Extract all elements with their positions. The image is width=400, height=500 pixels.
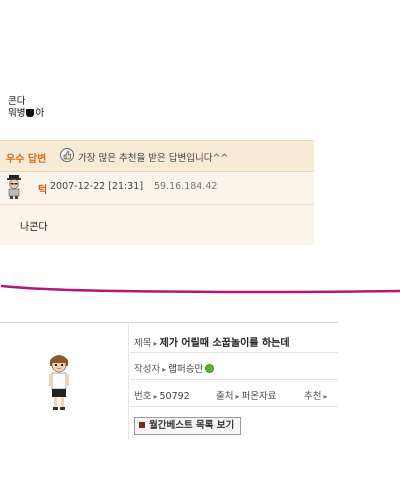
intro-line-2-start: 뭐병 <box>8 108 26 119</box>
author-label: 작성자 <box>134 364 161 375</box>
separator-line <box>0 284 400 294</box>
intro-line-1: 콘다 <box>8 96 26 107</box>
user-avatar-icon[interactable] <box>4 174 24 200</box>
cup-icon <box>26 109 35 117</box>
recommend-row: 추천 ▸ <box>304 388 330 402</box>
best-answer-title: 우수 답변 <box>6 154 47 165</box>
arrow-icon: ▸ <box>323 392 328 401</box>
post-source: 퍼온자료 <box>241 391 277 402</box>
divider <box>130 406 338 407</box>
title-label: 제목 <box>134 338 152 349</box>
arrow-icon: ▸ <box>153 339 158 348</box>
author-avatar-icon[interactable] <box>44 350 74 412</box>
source-row: 출처 ▸ 퍼온자료 <box>216 388 276 402</box>
answer-body: 나콘다 <box>20 222 48 233</box>
arrow-icon: ▸ <box>153 392 158 401</box>
answer-author[interactable]: 턱 <box>38 181 47 196</box>
author-row: 작성자 ▸ 랩퍼승만 <box>134 361 215 375</box>
monthly-best-list-button[interactable]: 월간베스트 목록 보기 <box>134 417 242 435</box>
post-title[interactable]: 제가 어릴때 소꿉놀이를 하는데 <box>160 338 290 349</box>
online-status-icon <box>205 364 215 373</box>
number-row: 번호 ▸ 50792 <box>134 388 190 402</box>
source-label: 출처 <box>216 391 234 402</box>
list-button-label: 월간베스트 목록 보기 <box>149 420 235 431</box>
intro-line-2-end: 아 <box>35 108 45 119</box>
answer-ip: 59.16.184.42 <box>154 181 218 192</box>
recommend-label: 추천 <box>304 391 322 402</box>
square-bullet-icon <box>139 422 145 428</box>
arrow-icon: ▸ <box>162 365 167 374</box>
number-label: 번호 <box>134 391 152 402</box>
divider <box>130 352 338 353</box>
arrow-icon: ▸ <box>235 392 240 401</box>
intro-line-2: 뭐병 아 <box>8 108 44 120</box>
title-row: 제목 ▸ 제가 어릴때 소꿉놀이를 하는데 <box>134 334 290 349</box>
answer-timestamp: 2007-12-22 [21:31] <box>50 181 144 192</box>
divider <box>130 379 338 380</box>
post-author[interactable]: 랩퍼승만 <box>168 364 203 375</box>
intro-text: 콘다 뭐병 아 <box>8 96 44 120</box>
best-answer-message: 가장 많은 추천을 받은 답변입니다^^ <box>78 153 229 164</box>
thumbs-up-icon <box>60 148 74 162</box>
post-number: 50792 <box>159 391 190 402</box>
